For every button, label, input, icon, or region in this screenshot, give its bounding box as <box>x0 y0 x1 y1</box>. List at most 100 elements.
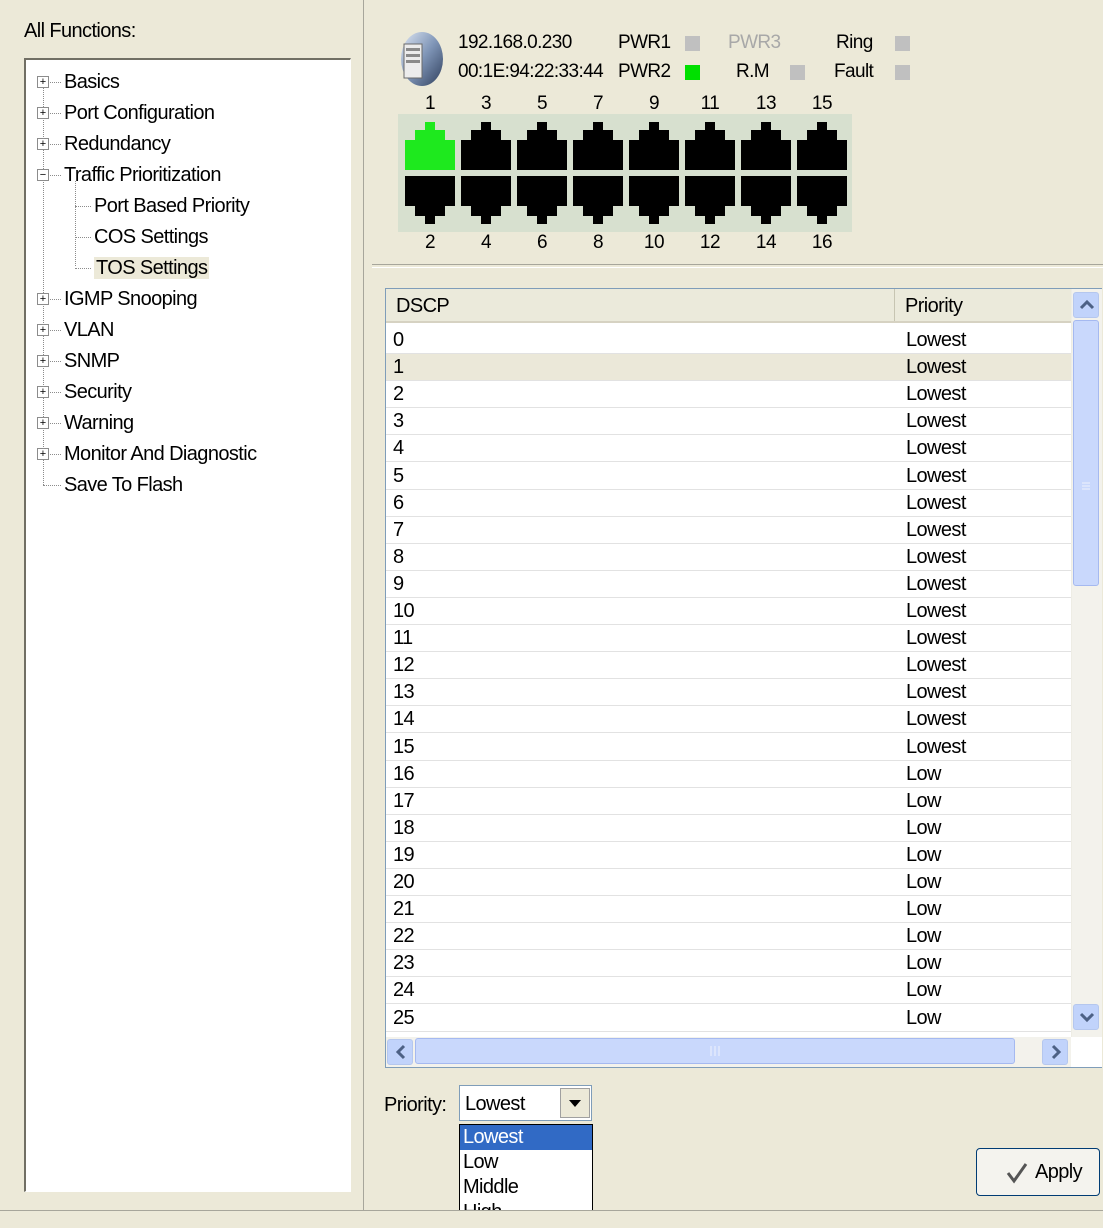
tree-node-port-based-priority[interactable]: Port Based Priority <box>94 192 250 220</box>
table-row[interactable]: 6 Lowest <box>386 490 1071 517</box>
scroll-left-button[interactable] <box>387 1039 413 1065</box>
tree-node-label: Basics <box>64 71 120 93</box>
table-row[interactable]: 11 Lowest <box>386 625 1071 653</box>
priority-cell: Low <box>906 925 941 948</box>
expand-icon[interactable]: + <box>37 138 49 150</box>
table-row[interactable]: 16 Low <box>386 761 1071 788</box>
table-row[interactable]: 7 Lowest <box>386 517 1071 544</box>
priority-cell: Lowest <box>906 572 966 595</box>
table-row[interactable]: 14 Lowest <box>386 706 1071 734</box>
table-row[interactable]: 21 Low <box>386 896 1071 924</box>
table-row[interactable]: 5 Lowest <box>386 463 1071 490</box>
rm-indicator <box>790 65 805 80</box>
tree-node-monitor-and-diagnostic[interactable]: Monitor And Diagnostic <box>64 440 257 468</box>
table-row[interactable]: 8 Lowest <box>386 544 1071 571</box>
tree-node-cos-settings[interactable]: COS Settings <box>94 223 209 251</box>
port-13-icon[interactable] <box>741 120 791 170</box>
expand-icon[interactable]: + <box>37 355 49 367</box>
table-row[interactable]: 0 Lowest <box>386 327 1071 354</box>
collapse-icon[interactable]: − <box>37 169 49 181</box>
table-row[interactable]: 12 Lowest <box>386 652 1071 680</box>
tree-node-label: COS Settings <box>94 226 209 248</box>
column-header-dscp[interactable]: DSCP <box>386 289 895 321</box>
dscp-cell: 1 <box>393 356 404 379</box>
pwr2-label: PWR2 <box>618 61 671 82</box>
priority-option-middle[interactable]: Middle <box>460 1175 592 1200</box>
tree-node-vlan[interactable]: VLAN <box>64 316 114 344</box>
table-row[interactable]: 23 Low <box>386 950 1071 978</box>
table-row[interactable]: 10 Lowest <box>386 598 1071 625</box>
dropdown-arrow-button[interactable] <box>560 1088 590 1118</box>
expand-icon[interactable]: + <box>37 293 49 305</box>
column-header-priority[interactable]: Priority <box>895 289 1071 321</box>
port-14-icon[interactable] <box>741 176 791 226</box>
table-row[interactable]: 4 Lowest <box>386 435 1071 463</box>
tree-node-traffic-prioritization[interactable]: Traffic Prioritization <box>64 161 221 189</box>
tree-node-label: Port Based Priority <box>94 195 250 217</box>
tree-node-port-configuration[interactable]: Port Configuration <box>64 99 215 127</box>
priority-cell: Lowest <box>906 627 966 650</box>
apply-button[interactable]: Apply <box>976 1148 1100 1196</box>
priority-cell: Lowest <box>906 545 966 568</box>
port-11-icon[interactable] <box>685 120 735 170</box>
priority-select[interactable]: Lowest <box>459 1085 592 1121</box>
dscp-cell: 22 <box>393 925 415 948</box>
status-strip <box>0 1210 1103 1228</box>
scroll-right-button[interactable] <box>1042 1039 1068 1065</box>
table-row[interactable]: 2 Lowest <box>386 381 1071 409</box>
tree-node-warning[interactable]: Warning <box>64 409 134 437</box>
ring-label: Ring <box>836 32 873 53</box>
expand-icon[interactable]: + <box>37 448 49 460</box>
port-15-icon[interactable] <box>797 120 847 170</box>
priority-cell: Lowest <box>906 329 966 351</box>
function-tree[interactable]: + Basics + Port Configuration + Redundancy − Tr… <box>24 58 351 1192</box>
tree-node-redundancy[interactable]: Redundancy <box>64 130 171 158</box>
table-row[interactable]: 13 Lowest <box>386 679 1071 707</box>
port-5-icon[interactable] <box>517 120 567 170</box>
port-9-icon[interactable] <box>629 120 679 170</box>
port-16-icon[interactable] <box>797 176 847 226</box>
port-3-icon[interactable] <box>461 120 511 170</box>
port-1-icon[interactable] <box>405 120 455 170</box>
table-row[interactable]: 15 Lowest <box>386 734 1071 761</box>
grip-icon <box>710 1046 720 1056</box>
port-6-icon[interactable] <box>517 176 567 226</box>
expand-icon[interactable]: + <box>37 417 49 429</box>
tree-node-igmp-snooping[interactable]: IGMP Snooping <box>64 285 198 313</box>
table-row[interactable]: 25 Low <box>386 1005 1071 1032</box>
port-10-icon[interactable] <box>629 176 679 226</box>
scroll-up-button[interactable] <box>1073 292 1099 318</box>
table-row[interactable]: 3 Lowest <box>386 408 1071 436</box>
table-row[interactable]: 9 Lowest <box>386 571 1071 598</box>
port-2-icon[interactable] <box>405 176 455 226</box>
port-number-label: 11 <box>700 93 720 114</box>
table-row[interactable]: 19 Low <box>386 842 1071 869</box>
tree-node-snmp[interactable]: SNMP <box>64 347 120 375</box>
horizontal-scroll-thumb[interactable] <box>415 1038 1015 1064</box>
table-row[interactable]: 18 Low <box>386 815 1071 842</box>
table-row[interactable]: 20 Low <box>386 869 1071 896</box>
port-number-label: 7 <box>592 93 604 114</box>
expand-icon[interactable]: + <box>37 324 49 336</box>
priority-option-lowest[interactable]: Lowest <box>460 1125 592 1150</box>
dscp-cell: 12 <box>393 654 415 677</box>
expand-icon[interactable]: + <box>37 76 49 88</box>
table-row[interactable]: 1 Lowest <box>386 354 1071 382</box>
expand-icon[interactable]: + <box>37 386 49 398</box>
priority-option-low[interactable]: Low <box>460 1150 592 1175</box>
expand-icon[interactable]: + <box>37 107 49 119</box>
tree-node-security[interactable]: Security <box>64 378 132 406</box>
port-7-icon[interactable] <box>573 120 623 170</box>
tree-node-tos-settings[interactable]: TOS Settings <box>94 254 210 282</box>
tree-node-basics[interactable]: Basics <box>64 68 120 96</box>
tree-node-save-to-flash[interactable]: Save To Flash <box>64 471 183 499</box>
scroll-down-button[interactable] <box>1073 1004 1099 1030</box>
dscp-cell: 21 <box>393 898 415 921</box>
table-row[interactable]: 24 Low <box>386 977 1071 1005</box>
port-12-icon[interactable] <box>685 176 735 226</box>
vertical-scroll-thumb[interactable] <box>1073 320 1099 586</box>
table-row[interactable]: 17 Low <box>386 788 1071 815</box>
port-4-icon[interactable] <box>461 176 511 226</box>
port-8-icon[interactable] <box>573 176 623 226</box>
table-row[interactable]: 22 Low <box>386 923 1071 951</box>
